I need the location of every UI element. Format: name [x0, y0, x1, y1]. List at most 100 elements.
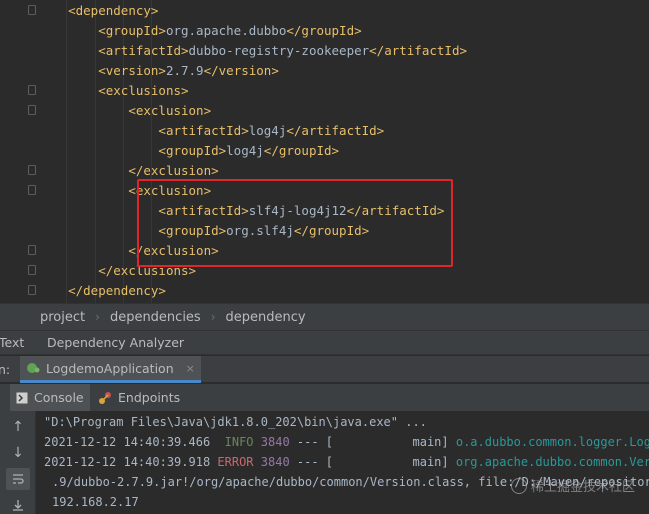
tab-endpoints[interactable]: Endpoints — [92, 384, 186, 411]
xml-open-tag: <exclusions> — [98, 83, 189, 98]
run-config-label: LogdemoApplication — [46, 360, 174, 376]
code-line: <dependency> — [38, 1, 158, 21]
xml-open-tag: <version> — [98, 63, 166, 78]
console-line-ip: 192.168.2.17 — [52, 495, 139, 509]
watermark: 稀土掘金技术社区 — [510, 476, 635, 495]
tab-endpoints-label: Endpoints — [118, 390, 181, 405]
console-tab-bar: Console Endpoints — [0, 384, 649, 411]
xml-open-tag: <artifactId> — [158, 123, 249, 138]
xml-open-tag: <artifactId> — [98, 43, 189, 58]
tab-dependency-analyzer[interactable]: Dependency Analyzer — [47, 331, 184, 355]
editor-mode-tabs: Text Dependency Analyzer — [0, 330, 649, 355]
xml-open-tag: <groupId> — [158, 143, 227, 158]
xml-open-tag: <groupId> — [98, 23, 166, 38]
breadcrumb-item-dependency[interactable]: dependency — [226, 310, 306, 325]
spring-boot-icon — [27, 363, 40, 373]
xml-text: log4j — [226, 143, 264, 158]
xml-text: log4j — [248, 123, 287, 138]
code-line: </exclusion> — [38, 161, 219, 181]
xml-close-tag: </groupId> — [286, 23, 362, 38]
breadcrumb-item-dependencies[interactable]: dependencies — [110, 310, 201, 325]
log-timestamp: 2021-12-12 14:40:39.466 — [44, 435, 211, 449]
code-line: <groupId>org.apache.dubbo</groupId> — [38, 21, 362, 41]
code-line: <artifactId>log4j</artifactId> — [38, 121, 384, 141]
xml-text: org.apache.dubbo — [165, 23, 287, 38]
run-window-label: n: — [0, 362, 11, 377]
breadcrumb-item-project[interactable]: project — [40, 310, 85, 325]
code-line: <artifactId>dubbo-registry-zookeeper</ar… — [38, 41, 467, 61]
log-logger: o.a.dubbo.common.logger.Logger — [455, 435, 649, 449]
console-line-log-info: 2021-12-12 14:40:39.466 INFO 3840 --- [ … — [44, 432, 649, 452]
fold-icon[interactable] — [28, 265, 36, 275]
code-line: <exclusion> — [38, 101, 211, 121]
log-separator: --- [ — [289, 455, 334, 469]
log-timestamp: 2021-12-12 14:40:39.918 — [44, 455, 211, 469]
run-config-tab[interactable]: LogdemoApplication × — [20, 356, 201, 383]
console-toolbar: ↑ ↓ — [0, 411, 36, 514]
xml-text: dubbo-registry-zookeeper — [188, 43, 370, 58]
watermark-text: 稀土掘金技术社区 — [530, 480, 635, 495]
code-line: <exclusions> — [38, 81, 189, 101]
log-thread: main] — [333, 455, 449, 469]
code-line: </dependency> — [38, 281, 166, 301]
log-pid: 3840 — [260, 455, 290, 469]
tab-console[interactable]: Console — [10, 384, 90, 411]
console-line-command: "D:\Program Files\Java\jdk1.8.0_202\bin\… — [44, 415, 427, 429]
xml-close-tag: </groupId> — [263, 143, 340, 158]
highlight-box — [137, 179, 453, 267]
breadcrumb: project › dependencies › dependency — [0, 303, 649, 330]
xml-close-tag: </artifactId> — [369, 43, 467, 58]
log-separator: --- [ — [289, 435, 334, 449]
console-line-log-error: 2021-12-12 14:40:39.918 ERROR 3840 --- [… — [44, 452, 649, 472]
arrow-down-icon[interactable]: ↓ — [6, 442, 30, 464]
arrow-up-icon[interactable]: ↑ — [6, 416, 30, 438]
log-level: INFO — [217, 435, 254, 449]
xml-close-tag: </artifactId> — [286, 123, 385, 138]
watermark-logo-icon — [510, 477, 527, 494]
tab-text[interactable]: Text — [0, 331, 24, 355]
endpoints-icon — [99, 391, 111, 404]
fold-icon[interactable] — [28, 245, 36, 255]
log-level: ERROR — [217, 455, 254, 469]
console-output[interactable]: "D:\Program Files\Java\jdk1.8.0_202\bin\… — [36, 411, 649, 514]
xml-close-tag: </version> — [203, 63, 279, 78]
code-line: <groupId>log4j</groupId> — [38, 141, 339, 161]
xml-open-tag: <exclusion> — [128, 103, 212, 118]
xml-open-tag: <dependency> — [68, 3, 159, 18]
chevron-right-icon: › — [210, 310, 216, 324]
fold-icon[interactable] — [28, 185, 36, 195]
fold-icon[interactable] — [28, 165, 36, 175]
editor-gutter — [0, 0, 40, 303]
xml-open-tag: </exclusion> — [128, 163, 219, 178]
code-editor[interactable]: <dependency> <groupId>org.apache.dubbo</… — [0, 0, 649, 303]
log-logger: org.apache.dubbo.common.Versio — [455, 455, 649, 469]
log-pid: 3840 — [260, 435, 290, 449]
scroll-to-end-icon[interactable] — [6, 494, 30, 514]
run-window-header: n: LogdemoApplication × — [0, 356, 649, 383]
console-icon — [16, 392, 28, 403]
fold-icon[interactable] — [28, 5, 36, 15]
chevron-right-icon: › — [95, 310, 100, 324]
xml-open-tag: </dependency> — [68, 283, 166, 298]
fold-icon[interactable] — [28, 285, 36, 295]
soft-wrap-icon[interactable] — [6, 468, 30, 490]
code-line: <version>2.7.9</version> — [38, 61, 279, 81]
close-icon[interactable]: × — [186, 362, 195, 375]
tab-console-label: Console — [34, 390, 84, 405]
log-thread: main] — [333, 435, 449, 449]
fold-icon[interactable] — [28, 85, 36, 95]
fold-icon[interactable] — [28, 105, 36, 115]
